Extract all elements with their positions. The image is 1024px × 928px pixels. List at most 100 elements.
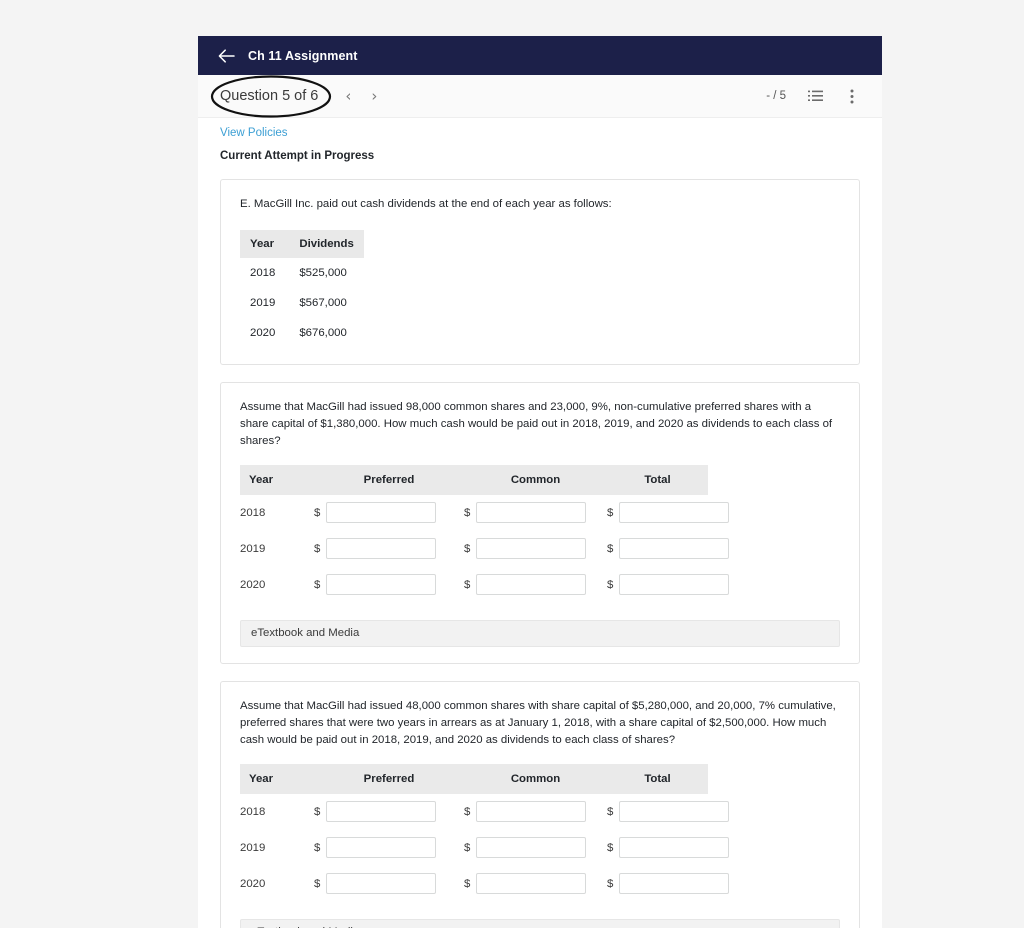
table-header-row: Year Dividends (240, 229, 364, 258)
next-question-button[interactable]: › (371, 88, 377, 104)
part-a-card: Assume that MacGill had issued 98,000 co… (220, 381, 860, 664)
input-preferred-2018-a[interactable] (326, 502, 437, 524)
currency-symbol: $ (464, 506, 471, 519)
top-navigation-bar: Ch 11 Assignment (198, 36, 882, 75)
column-header-year: Year (240, 229, 286, 258)
input-preferred-2020-b[interactable] (326, 873, 437, 894)
currency-symbol: $ (607, 841, 614, 854)
cell-total: $ (607, 866, 730, 902)
table-row: 2018 $ $ $ (240, 794, 730, 830)
cell-common: $ (464, 794, 607, 830)
column-header-year: Year (240, 763, 314, 794)
cell-common: $ (464, 495, 607, 531)
cell-year: 2018 (240, 805, 266, 818)
input-common-2019-b[interactable] (476, 837, 587, 858)
arrow-left-icon[interactable] (217, 47, 235, 65)
question-body: View Policies Current Attempt in Progres… (198, 118, 882, 928)
input-preferred-2019-b[interactable] (326, 837, 437, 858)
cell-dividends: $525,000 (299, 266, 347, 279)
page-root: Ch 11 Assignment Question 5 of 6 ‹ › - /… (0, 0, 1024, 928)
currency-symbol: $ (464, 542, 471, 555)
table-header-row: Year Preferred Common Total (240, 464, 708, 495)
cell-year: 2020 (240, 877, 266, 890)
column-header-common: Common (464, 763, 607, 794)
column-header-year: Year (240, 464, 314, 495)
cell-total: $ (607, 495, 730, 531)
cell-common: $ (464, 830, 607, 866)
cell-preferred: $ (314, 531, 464, 567)
cell-year: 2018 (240, 506, 266, 519)
currency-symbol: $ (607, 877, 614, 890)
currency-symbol: $ (607, 506, 614, 519)
table-row: 2020 $676,000 (240, 318, 364, 348)
table-row: 2018 $ $ $ (240, 495, 730, 531)
etextbook-and-media-bar-a[interactable]: eTextbook and Media (240, 619, 840, 647)
cell-dividends: $567,000 (299, 296, 347, 309)
input-total-2019-a[interactable] (619, 538, 730, 560)
currency-symbol: $ (607, 578, 614, 591)
cell-year: 2018 (250, 266, 276, 279)
cell-total: $ (607, 567, 730, 603)
input-common-2019-a[interactable] (476, 538, 587, 560)
input-common-2020-a[interactable] (476, 574, 587, 596)
cell-year: 2020 (240, 578, 266, 591)
currency-symbol: $ (314, 542, 321, 555)
assignment-window: Ch 11 Assignment Question 5 of 6 ‹ › - /… (198, 36, 882, 928)
cell-year: 2019 (240, 841, 266, 854)
cell-total: $ (607, 531, 730, 567)
input-preferred-2019-a[interactable] (326, 538, 437, 560)
input-total-2018-b[interactable] (619, 801, 730, 822)
part-b-card: Assume that MacGill had issued 48,000 co… (220, 680, 860, 928)
question-counter: Question 5 of 6 (220, 88, 319, 104)
currency-symbol: $ (464, 841, 471, 854)
table-row: 2020 $ $ $ (240, 866, 730, 902)
table-row: 2020 $ $ $ (240, 567, 730, 603)
cell-preferred: $ (314, 495, 464, 531)
cell-common: $ (464, 866, 607, 902)
input-common-2018-a[interactable] (476, 502, 587, 524)
input-common-2020-b[interactable] (476, 873, 587, 894)
column-header-dividends: Dividends (285, 229, 364, 258)
previous-question-button[interactable]: ‹ (345, 88, 351, 104)
cell-total: $ (607, 830, 730, 866)
cell-common: $ (464, 567, 607, 603)
cell-year: 2019 (250, 296, 276, 309)
table-row: 2019 $ $ $ (240, 830, 730, 866)
input-total-2020-a[interactable] (619, 574, 730, 596)
column-header-common: Common (464, 464, 607, 495)
column-header-total: Total (607, 763, 708, 794)
input-preferred-2020-a[interactable] (326, 574, 437, 596)
input-total-2018-a[interactable] (619, 502, 730, 524)
cell-preferred: $ (314, 830, 464, 866)
cell-preferred: $ (314, 866, 464, 902)
input-total-2019-b[interactable] (619, 837, 730, 858)
currency-symbol: $ (464, 877, 471, 890)
score-display: - / 5 (766, 90, 786, 102)
more-vertical-icon[interactable] (844, 88, 860, 104)
input-preferred-2018-b[interactable] (326, 801, 437, 822)
list-view-icon[interactable] (807, 88, 823, 104)
currency-symbol: $ (314, 578, 321, 591)
table-row: 2018 $525,000 (240, 258, 364, 288)
view-policies-link[interactable]: View Policies (220, 127, 288, 139)
input-common-2018-b[interactable] (476, 801, 587, 822)
table-row: 2019 $ $ $ (240, 531, 730, 567)
intro-text: E. MacGill Inc. paid out cash dividends … (240, 198, 612, 210)
currency-symbol: $ (607, 542, 614, 555)
question-nav-group: Question 5 of 6 ‹ › (220, 88, 377, 104)
attempt-status-text: Current Attempt in Progress (220, 150, 375, 162)
cell-preferred: $ (314, 567, 464, 603)
column-header-preferred: Preferred (314, 464, 464, 495)
part-a-question-text: Assume that MacGill had issued 98,000 co… (240, 400, 833, 448)
column-header-preferred: Preferred (314, 763, 464, 794)
column-header-total: Total (607, 464, 708, 495)
input-total-2020-b[interactable] (619, 873, 730, 894)
cell-year: 2019 (240, 542, 266, 555)
etextbook-and-media-bar-b[interactable]: eTextbook and Media (240, 918, 840, 928)
part-a-answer-table: Year Preferred Common Total 2018 $ $ $ 2… (240, 464, 730, 603)
currency-symbol: $ (464, 805, 471, 818)
table-row: 2019 $567,000 (240, 288, 364, 318)
part-b-question-text: Assume that MacGill had issued 48,000 co… (240, 699, 836, 747)
table-header-row: Year Preferred Common Total (240, 763, 708, 794)
cell-common: $ (464, 531, 607, 567)
